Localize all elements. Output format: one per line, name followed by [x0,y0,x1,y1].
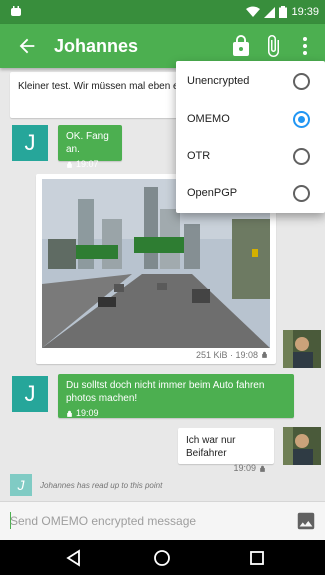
lock-icon [260,465,265,472]
nav-home-icon[interactable] [152,548,172,568]
image-meta: 251 KiB · 19:08 [196,350,268,360]
system-nav-bar [0,540,325,575]
avatar-small: J [10,474,32,496]
menu-item-label: OpenPGP [187,187,238,199]
nav-back-icon[interactable] [64,548,84,568]
message-time: 19:07 [76,159,99,169]
lock-icon [67,410,72,417]
message-composer: Send OMEMO encrypted message [0,501,325,540]
android-notification-icon [11,6,21,16]
message-bubble-outgoing[interactable]: Ich war nur Beifahrer 19:09 [178,428,274,473]
menu-item-omemo[interactable]: OMEMO [176,101,325,139]
message-time: 19:09 [76,408,99,418]
message-text: OK. Fang an. [66,131,109,155]
menu-item-otr[interactable]: OTR [176,138,325,176]
message-text: Du solltst doch nicht immer beim Auto fa… [66,380,265,404]
avatar-self[interactable] [283,427,321,465]
back-arrow-icon[interactable] [16,35,38,57]
menu-item-openpgp[interactable]: OpenPGP [176,175,325,213]
battery-icon [279,6,288,18]
lock-icon[interactable] [229,34,253,58]
message-bubble-incoming[interactable]: Du solltst doch nicht immer beim Auto fa… [58,374,294,418]
lock-icon [262,351,267,358]
encryption-menu: Unencrypted OMEMO OTR OpenPGP [176,61,325,213]
nav-recents-icon[interactable] [247,548,267,568]
signal-icon [264,6,276,18]
system-icons: 19:39 [246,4,319,20]
avatar[interactable]: J [12,376,48,412]
message-text: Ich war nur Beifahrer [186,435,236,459]
avatar[interactable]: J [12,125,48,161]
menu-item-label: OMEMO [187,113,230,125]
overflow-menu-icon[interactable] [293,34,317,58]
radio-unselected[interactable] [293,148,310,165]
image-attach-icon[interactable] [295,510,317,532]
message-input[interactable]: Send OMEMO encrypted message [10,514,196,528]
radio-unselected[interactable] [293,73,310,90]
attachment-icon[interactable] [261,34,285,58]
message-bubble-incoming[interactable]: OK. Fang an. 19:07 [58,125,122,169]
wifi-icon [246,6,261,17]
status-bar: 19:39 [0,0,325,24]
contact-name[interactable]: Johannes [54,35,138,57]
radio-unselected[interactable] [293,185,310,202]
lock-icon [67,161,72,168]
read-marker-text: Johannes has read up to this point [40,480,163,490]
message-meta: 19:07 [66,158,114,171]
radio-selected[interactable] [293,111,310,128]
menu-item-unencrypted[interactable]: Unencrypted [176,63,325,101]
avatar-self[interactable] [283,330,321,368]
menu-item-label: OTR [187,150,211,162]
clock: 19:39 [291,6,319,18]
read-marker: J Johannes has read up to this point [10,474,162,496]
message-time: 19:09 [233,463,256,473]
image-size-time: 251 KiB · 19:08 [195,350,258,360]
message-meta: 19:09 [66,407,286,420]
message-meta: 19:09 [186,462,266,475]
menu-item-label: Unencrypted [187,75,250,87]
